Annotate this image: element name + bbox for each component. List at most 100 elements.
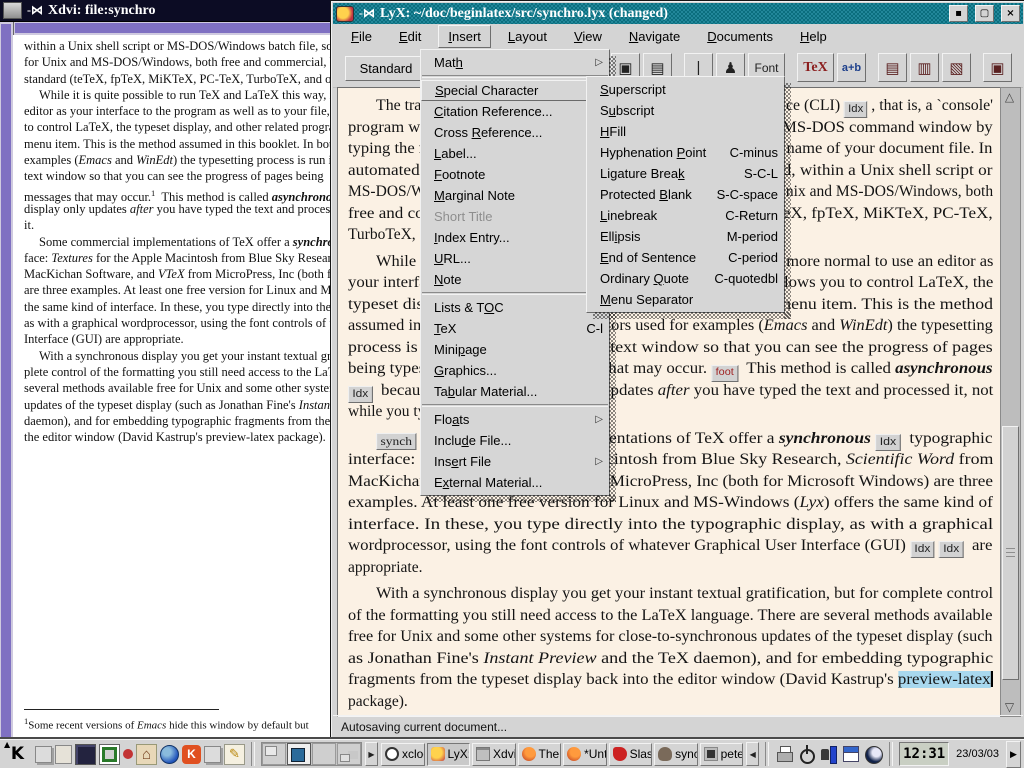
- layout-combo[interactable]: Standard: [345, 56, 427, 81]
- menu-item-ordinary-quote[interactable]: Ordinary QuoteC-quotedbl: [587, 268, 784, 289]
- power-icon[interactable]: [797, 743, 817, 765]
- menu-item-superscript[interactable]: Superscript: [587, 79, 784, 100]
- inset-Idx[interactable]: Idx: [910, 541, 935, 558]
- menu-item-graphics[interactable]: Graphics...: [421, 360, 609, 381]
- scroll-thumb[interactable]: [1002, 426, 1019, 680]
- task-button-xdvi[interactable]: Xdvi: [472, 743, 516, 766]
- web-icon[interactable]: [160, 745, 179, 764]
- tex-icon[interactable]: TeX: [797, 53, 834, 82]
- menu-item-citation-reference[interactable]: Citation Reference...: [421, 101, 609, 122]
- printer-icon[interactable]: [775, 743, 795, 765]
- xdvi-hscroll-thumb[interactable]: [15, 23, 332, 33]
- menu-item-cross-reference[interactable]: Cross Reference...: [421, 122, 609, 143]
- menu-item-index-entry[interactable]: Index Entry...: [421, 227, 609, 248]
- menu-edit[interactable]: Edit: [389, 25, 431, 48]
- menu-item-ligature-break[interactable]: Ligature BreakS-C-L: [587, 163, 784, 184]
- inset-Idx[interactable]: Idx: [875, 434, 900, 451]
- editor-icon[interactable]: ✎: [224, 744, 245, 765]
- task-button-lyx[interactable]: LyX:: [427, 743, 471, 766]
- lyx-titlebar[interactable]: -⋈ LyX: ~/doc/beginlatex/src/synchro.lyx…: [333, 3, 1023, 24]
- menu-item-menu-separator[interactable]: Menu Separator: [587, 289, 784, 310]
- pager-desktop-4[interactable]: [337, 743, 361, 765]
- menu-file[interactable]: File: [341, 25, 382, 48]
- menu-item-marginal-note[interactable]: Marginal Note: [421, 185, 609, 206]
- inset-Idx[interactable]: Idx: [844, 101, 867, 118]
- pager-desktop-2[interactable]: [287, 743, 311, 765]
- maximize-button[interactable]: ▢: [975, 5, 994, 22]
- windows-icon[interactable]: [204, 746, 221, 763]
- menu-item-url[interactable]: URL...: [421, 248, 609, 269]
- panel-hide-icon[interactable]: ▶: [1006, 741, 1021, 768]
- menu-item-ellipsis[interactable]: EllipsisM-period: [587, 226, 784, 247]
- inset-synch[interactable]: synch: [376, 433, 416, 450]
- home-icon[interactable]: ⌂: [136, 744, 157, 765]
- kde-icon[interactable]: K: [182, 745, 201, 764]
- xdvi-horizontal-scrollbar[interactable]: [13, 22, 337, 36]
- scroll-up-icon[interactable]: △: [1001, 89, 1018, 105]
- margin-icon[interactable]: ▥: [910, 53, 939, 82]
- date-display[interactable]: 23/03/03: [952, 748, 1003, 760]
- task-button-slas[interactable]: Slas: [609, 743, 653, 766]
- menu-item-external-material[interactable]: External Material...: [421, 472, 609, 493]
- k-menu-button[interactable]: ▲ K: [3, 742, 32, 767]
- menu-item-label[interactable]: Label...: [421, 143, 609, 164]
- figure-icon[interactable]: ▣: [983, 53, 1012, 82]
- menu-view[interactable]: View: [564, 25, 612, 48]
- menu-item-hfill[interactable]: HFill: [587, 121, 784, 142]
- applet-handle-icon[interactable]: ▶: [365, 742, 378, 766]
- menu-item-floats[interactable]: Floats▷: [421, 409, 609, 430]
- task-button-sync[interactable]: sync: [654, 743, 698, 766]
- menu-item-hyphenation-point[interactable]: Hyphenation PointC-minus: [587, 142, 784, 163]
- footnote-icon[interactable]: ▤: [878, 53, 907, 82]
- menu-item-lists-toc[interactable]: Lists & TOC▷: [421, 297, 609, 318]
- moon-icon[interactable]: [863, 743, 883, 765]
- menu-item-special-character[interactable]: Special Character▷: [421, 80, 609, 101]
- menu-item-insert-file[interactable]: Insert File▷: [421, 451, 609, 472]
- lyx-app-icon[interactable]: [336, 6, 354, 22]
- xdvi-vscroll-thumb[interactable]: [1, 24, 11, 737]
- menu-layout[interactable]: Layout: [498, 25, 557, 48]
- menu-item-minipage[interactable]: Minipage: [421, 339, 609, 360]
- inset-Idx[interactable]: Idx: [348, 386, 373, 403]
- close-button[interactable]: ×: [1001, 5, 1020, 22]
- window-list-icon[interactable]: [35, 746, 52, 763]
- menu-item-subscript[interactable]: Subscript: [587, 100, 784, 121]
- menu-item-note[interactable]: Note: [421, 269, 609, 290]
- lyx-pin-icon[interactable]: -⋈: [359, 6, 375, 21]
- task-button-the-g[interactable]: The G: [518, 743, 562, 766]
- menu-item-linebreak[interactable]: LinebreakC-Return: [587, 205, 784, 226]
- menu-item-tabular-material[interactable]: Tabular Material...: [421, 381, 609, 402]
- document-scrollbar[interactable]: △ ▽: [1000, 87, 1021, 717]
- task-scroll-icon[interactable]: ◀: [746, 742, 759, 766]
- help-icon[interactable]: [123, 749, 133, 759]
- menu-item-protected-blank[interactable]: Protected BlankS-C-space: [587, 184, 784, 205]
- clock[interactable]: 12:31: [899, 742, 949, 766]
- xdvi-app-icon[interactable]: [3, 2, 22, 19]
- depth-icon[interactable]: ▧: [942, 53, 971, 82]
- clipboard-icon[interactable]: [55, 745, 72, 764]
- menu-item-tex[interactable]: TeXC-l: [421, 318, 609, 339]
- task-button-unti[interactable]: *Unti: [563, 743, 607, 766]
- menu-item-include-file[interactable]: Include File...: [421, 430, 609, 451]
- menu-insert[interactable]: Insert: [438, 25, 491, 48]
- inset-Idx[interactable]: Idx: [939, 541, 964, 558]
- minimize-button[interactable]: ▪: [949, 5, 968, 22]
- xdvi-vertical-scrollbar[interactable]: [0, 22, 14, 740]
- screen-icon[interactable]: [75, 744, 96, 765]
- xdvi-titlebar[interactable]: -⋈ Xdvi: file:synchro: [0, 0, 337, 22]
- organizer-icon[interactable]: [841, 743, 861, 765]
- menu-item-footnote[interactable]: Footnote: [421, 164, 609, 185]
- menu-item-math[interactable]: Math▷: [421, 52, 609, 73]
- menu-navigate[interactable]: Navigate: [619, 25, 690, 48]
- menu-item-end-of-sentence[interactable]: End of SentenceC-period: [587, 247, 784, 268]
- task-button-pete[interactable]: pete: [700, 743, 744, 766]
- pager-desktop-3[interactable]: [312, 743, 336, 765]
- menu-documents[interactable]: Documents: [697, 25, 783, 48]
- klipper-icon[interactable]: [819, 743, 839, 765]
- konsole-icon[interactable]: [99, 744, 120, 765]
- menu-help[interactable]: Help: [790, 25, 837, 48]
- xdvi-pin-icon[interactable]: -⋈: [27, 3, 43, 18]
- math-icon[interactable]: a+b: [837, 53, 866, 82]
- pager-desktop-1[interactable]: [262, 743, 286, 765]
- task-button-xcloc[interactable]: xcloc: [381, 743, 425, 766]
